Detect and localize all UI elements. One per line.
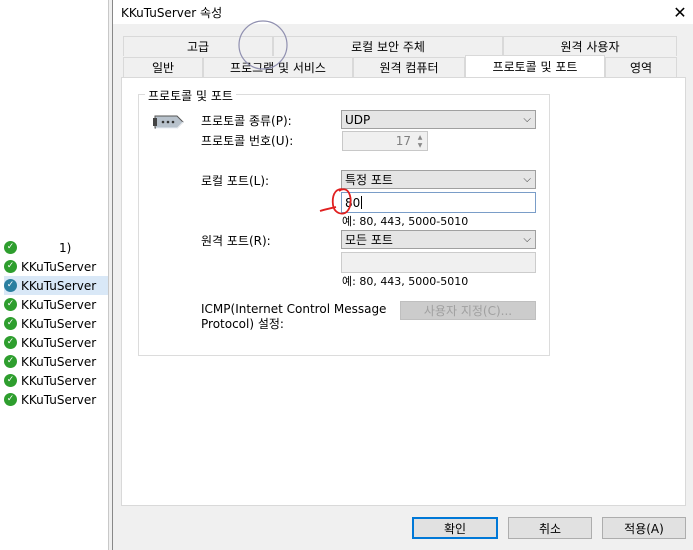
tab-label: 프로토콜 및 포트 bbox=[492, 60, 578, 74]
list-item-label: KKuTuServer bbox=[21, 392, 97, 407]
properties-dialog: KKuTuServer 속성 ✕ 고급 로컬 보안 주체 원격 사용자 일반 프… bbox=[112, 0, 693, 550]
tab-local-principals[interactable]: 로컬 보안 주체 bbox=[273, 36, 503, 56]
remote-port-mode-value: 모든 포트 bbox=[345, 233, 393, 247]
close-icon[interactable]: ✕ bbox=[669, 2, 691, 22]
check-icon: ✓ bbox=[4, 260, 17, 273]
cursor-highlight-icon bbox=[238, 20, 288, 70]
list-item[interactable]: ✓ KKuTuServer bbox=[4, 276, 108, 295]
check-icon: ✓ bbox=[4, 374, 17, 387]
tab-protocols-ports[interactable]: 프로토콜 및 포트 bbox=[465, 55, 605, 77]
check-icon: ✓ bbox=[4, 241, 17, 254]
red-annotation-circle-icon bbox=[319, 188, 352, 215]
tab-remote-computers[interactable]: 원격 컴퓨터 bbox=[353, 57, 465, 77]
chevron-down-icon: ⌵ bbox=[523, 234, 531, 245]
list-item[interactable]: ✓ KKuTuServer bbox=[4, 371, 96, 390]
remote-port-input[interactable] bbox=[341, 252, 536, 273]
list-item[interactable]: ✓ KKuTuServer bbox=[4, 314, 96, 333]
tab-label: 영역 bbox=[629, 61, 653, 75]
chevron-down-icon: ⌵ bbox=[523, 114, 531, 125]
button-label: 사용자 지정(C)... bbox=[423, 304, 513, 318]
button-label: 확인 bbox=[443, 521, 467, 536]
list-item[interactable]: ✓ KKuTuServer bbox=[4, 333, 96, 352]
apply-button[interactable]: 적용(A) bbox=[602, 517, 686, 539]
protocol-number-stepper: 17 ▲ ▼ bbox=[342, 131, 428, 151]
list-item-label: 1) bbox=[59, 240, 72, 255]
list-item-label: KKuTuServer bbox=[21, 259, 97, 274]
protocol-number-label: 프로토콜 번호(U): bbox=[201, 134, 294, 148]
list-item-label: KKuTuServer bbox=[21, 354, 97, 369]
protocol-number-value: 17 bbox=[395, 134, 411, 148]
tab-remote-users[interactable]: 원격 사용자 bbox=[503, 36, 677, 56]
protocol-type-label: 프로토콜 종류(P): bbox=[201, 114, 292, 128]
chevron-down-icon: ⌵ bbox=[523, 174, 531, 185]
protocol-type-value: UDP bbox=[345, 112, 371, 127]
list-item-label: KKuTuServer bbox=[21, 278, 97, 293]
spin-down-icon: ▼ bbox=[417, 141, 423, 149]
dialog-title: KKuTuServer 속성 bbox=[121, 6, 223, 20]
tab-label: 로컬 보안 주체 bbox=[351, 40, 425, 54]
local-port-select[interactable]: 특정 포트 ⌵ bbox=[341, 170, 536, 189]
list-item[interactable]: ✓ KKuTuServer bbox=[4, 257, 96, 276]
button-label: 적용(A) bbox=[624, 521, 664, 536]
list-item-label: KKuTuServer bbox=[21, 297, 97, 312]
remote-port-hint: 예: 80, 443, 5000-5010 bbox=[342, 275, 469, 288]
tab-scope[interactable]: 영역 bbox=[605, 57, 677, 77]
local-port-label: 로컬 포트(L): bbox=[201, 174, 270, 188]
check-icon: ✓ bbox=[4, 336, 17, 349]
list-item: ✓ 1) bbox=[4, 238, 71, 257]
list-item-label: KKuTuServer bbox=[21, 316, 97, 331]
tab-label: 고급 bbox=[186, 40, 210, 54]
check-icon: ✓ bbox=[4, 317, 17, 330]
tab-label: 원격 사용자 bbox=[560, 40, 620, 54]
title-bar: KKuTuServer 속성 ✕ bbox=[113, 0, 693, 24]
check-icon: ✓ bbox=[4, 393, 17, 406]
spin-up-icon: ▲ bbox=[417, 133, 423, 141]
list-item-label: KKuTuServer bbox=[21, 335, 97, 350]
remote-port-label: 원격 포트(R): bbox=[201, 234, 271, 248]
tab-general[interactable]: 일반 bbox=[123, 57, 203, 77]
groupbox-title: 프로토콜 및 포트 bbox=[145, 87, 236, 104]
check-icon: ✓ bbox=[4, 279, 17, 292]
list-item[interactable]: ✓ KKuTuServer bbox=[4, 352, 96, 371]
list-item-label: KKuTuServer bbox=[21, 373, 97, 388]
tab-label: 원격 컴퓨터 bbox=[379, 61, 439, 75]
tab-label: 일반 bbox=[151, 61, 175, 75]
network-connector-icon bbox=[151, 112, 187, 135]
customize-button[interactable]: 사용자 지정(C)... bbox=[400, 301, 536, 320]
remote-port-select[interactable]: 모든 포트 ⌵ bbox=[341, 230, 536, 249]
icmp-label-line2: Protocol) 설정: bbox=[201, 317, 284, 331]
background-window: ✓ 1) ✓ KKuTuServer ✓ KKuTuServer ✓ KKuTuServe… bbox=[0, 0, 113, 550]
local-port-input[interactable]: 80 bbox=[341, 192, 536, 213]
protocol-type-select[interactable]: UDP ⌵ bbox=[341, 110, 536, 129]
button-label: 취소 bbox=[538, 521, 562, 536]
icmp-label-line1: ICMP(Internet Control Message bbox=[201, 302, 387, 316]
check-icon: ✓ bbox=[4, 355, 17, 368]
check-icon: ✓ bbox=[4, 298, 17, 311]
list-item[interactable]: ✓ KKuTuServer bbox=[4, 390, 96, 409]
cancel-button[interactable]: 취소 bbox=[508, 517, 592, 539]
ok-button[interactable]: 확인 bbox=[412, 517, 498, 539]
list-item[interactable]: ✓ KKuTuServer bbox=[4, 295, 96, 314]
